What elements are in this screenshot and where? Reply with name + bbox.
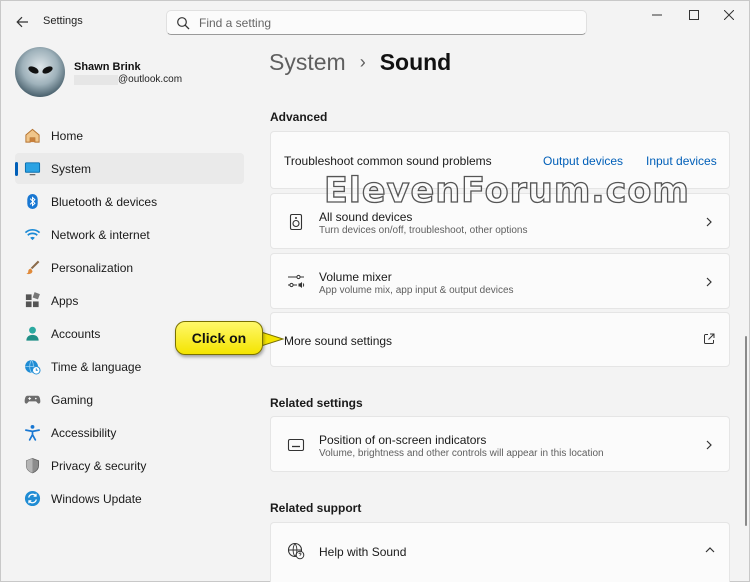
input-devices-link[interactable]: Input devices: [646, 154, 717, 168]
close-button[interactable]: [709, 5, 749, 25]
user-name: Shawn Brink: [74, 61, 141, 73]
back-button[interactable]: [11, 12, 33, 32]
sidebar-item-label: Accessibility: [51, 425, 117, 440]
sidebar-item-gaming[interactable]: Gaming: [15, 384, 244, 415]
chevron-right-icon: [706, 217, 712, 227]
speaker-icon: [289, 213, 303, 231]
brush-icon: [23, 259, 41, 277]
sidebar-item-bluetooth[interactable]: Bluetooth & devices: [15, 186, 244, 217]
title-bar: Settings: [1, 1, 750, 43]
more-sound-settings-card[interactable]: More sound settings: [270, 312, 730, 367]
watermark: ElevenForum.com: [323, 170, 690, 211]
wifi-icon: [23, 226, 41, 244]
sidebar-item-label: Time & language: [51, 359, 142, 374]
section-title-advanced: Advanced: [270, 110, 328, 124]
globe-clock-icon: [23, 358, 41, 376]
maximize-icon: [689, 10, 699, 20]
scrollbar-thumb[interactable]: [745, 336, 747, 526]
sidebar-item-label: System: [51, 161, 92, 176]
sidebar-item-label: Network & internet: [51, 227, 150, 242]
minimize-button[interactable]: [637, 5, 677, 25]
sidebar-item-label: Privacy & security: [51, 458, 147, 473]
apps-icon: [23, 292, 41, 310]
avatar-eye-right: [41, 64, 54, 76]
chevron-up-icon[interactable]: [705, 546, 715, 554]
output-devices-link[interactable]: Output devices: [543, 154, 623, 168]
volume-mixer-subtitle: App volume mix, app input & output devic…: [319, 285, 514, 296]
search-icon: [177, 16, 190, 29]
section-title-related-settings: Related settings: [270, 396, 363, 410]
app-title: Settings: [43, 15, 83, 27]
more-sound-settings-title: More sound settings: [284, 334, 393, 348]
callout-label: Click on: [175, 321, 263, 355]
sidebar-nav: Home System Bluetooth & devices Network …: [15, 120, 244, 516]
gamepad-icon: [23, 391, 41, 409]
troubleshoot-label: Troubleshoot common sound problems: [284, 154, 492, 168]
callout-annotation: Click on: [175, 321, 285, 355]
minimize-icon: [652, 14, 662, 16]
avatar: [15, 47, 65, 97]
sidebar-item-system[interactable]: System: [15, 153, 244, 184]
close-icon: [724, 10, 734, 20]
sidebar-item-label: Personalization: [51, 260, 134, 275]
callout-pointer: [261, 331, 285, 347]
globe-help-icon: [287, 542, 305, 560]
system-icon: [23, 160, 41, 178]
user-email: @outlook.com: [118, 74, 183, 85]
home-icon: [23, 127, 41, 145]
maximize-button[interactable]: [674, 5, 714, 25]
search-box[interactable]: [166, 10, 587, 35]
back-arrow-icon: [15, 16, 28, 28]
accessibility-icon: [23, 424, 41, 442]
avatar-eye-left: [27, 64, 40, 76]
search-input[interactable]: [199, 15, 586, 30]
volume-mixer-icon: [288, 274, 305, 288]
osd-position-title: Position of on-screen indicators: [319, 433, 487, 447]
all-sound-devices-title: All sound devices: [319, 210, 413, 224]
volume-mixer-card[interactable]: Volume mixer App volume mix, app input &…: [270, 253, 730, 309]
screen-position-icon: [287, 438, 305, 452]
breadcrumb-parent[interactable]: System: [269, 49, 346, 76]
breadcrumb-separator: ›: [359, 52, 366, 72]
chevron-right-icon: [706, 277, 712, 287]
osd-position-card[interactable]: Position of on-screen indicators Volume,…: [270, 416, 730, 472]
sidebar-item-label: Gaming: [51, 392, 94, 407]
sidebar-item-personalization[interactable]: Personalization: [15, 252, 244, 283]
sidebar-item-label: Bluetooth & devices: [51, 194, 158, 209]
osd-position-subtitle: Volume, brightness and other controls wi…: [319, 448, 604, 459]
page-title: Sound: [379, 49, 452, 75]
sidebar-item-accessibility[interactable]: Accessibility: [15, 417, 244, 448]
section-title-related-support: Related support: [270, 501, 362, 515]
sidebar-item-network[interactable]: Network & internet: [15, 219, 244, 250]
all-sound-devices-subtitle: Turn devices on/off, troubleshoot, other…: [319, 225, 528, 236]
open-external-icon: [704, 333, 715, 344]
sidebar-item-label: Home: [51, 128, 84, 143]
help-with-sound-card[interactable]: Help with Sound: [270, 522, 730, 582]
sidebar-item-privacy[interactable]: Privacy & security: [15, 450, 244, 481]
sidebar-item-apps[interactable]: Apps: [15, 285, 244, 316]
sidebar-item-home[interactable]: Home: [15, 120, 244, 151]
sidebar-item-label: Windows Update: [51, 491, 142, 506]
email-redaction: [74, 75, 118, 85]
person-icon: [23, 325, 41, 343]
sidebar-item-label: Accounts: [51, 326, 101, 341]
settings-window: Settings Shawn Brink @outlook.com Home: [0, 0, 750, 582]
volume-mixer-title: Volume mixer: [319, 270, 392, 284]
help-with-sound-title: Help with Sound: [319, 545, 407, 559]
sidebar-item-windows-update[interactable]: Windows Update: [15, 483, 244, 514]
sidebar-item-time-language[interactable]: Time & language: [15, 351, 244, 382]
bluetooth-icon: [23, 193, 41, 211]
breadcrumb: System › Sound: [269, 49, 451, 76]
shield-icon: [23, 457, 41, 475]
chevron-right-icon: [706, 440, 712, 450]
update-icon: [23, 490, 41, 508]
sidebar-item-label: Apps: [51, 293, 79, 308]
